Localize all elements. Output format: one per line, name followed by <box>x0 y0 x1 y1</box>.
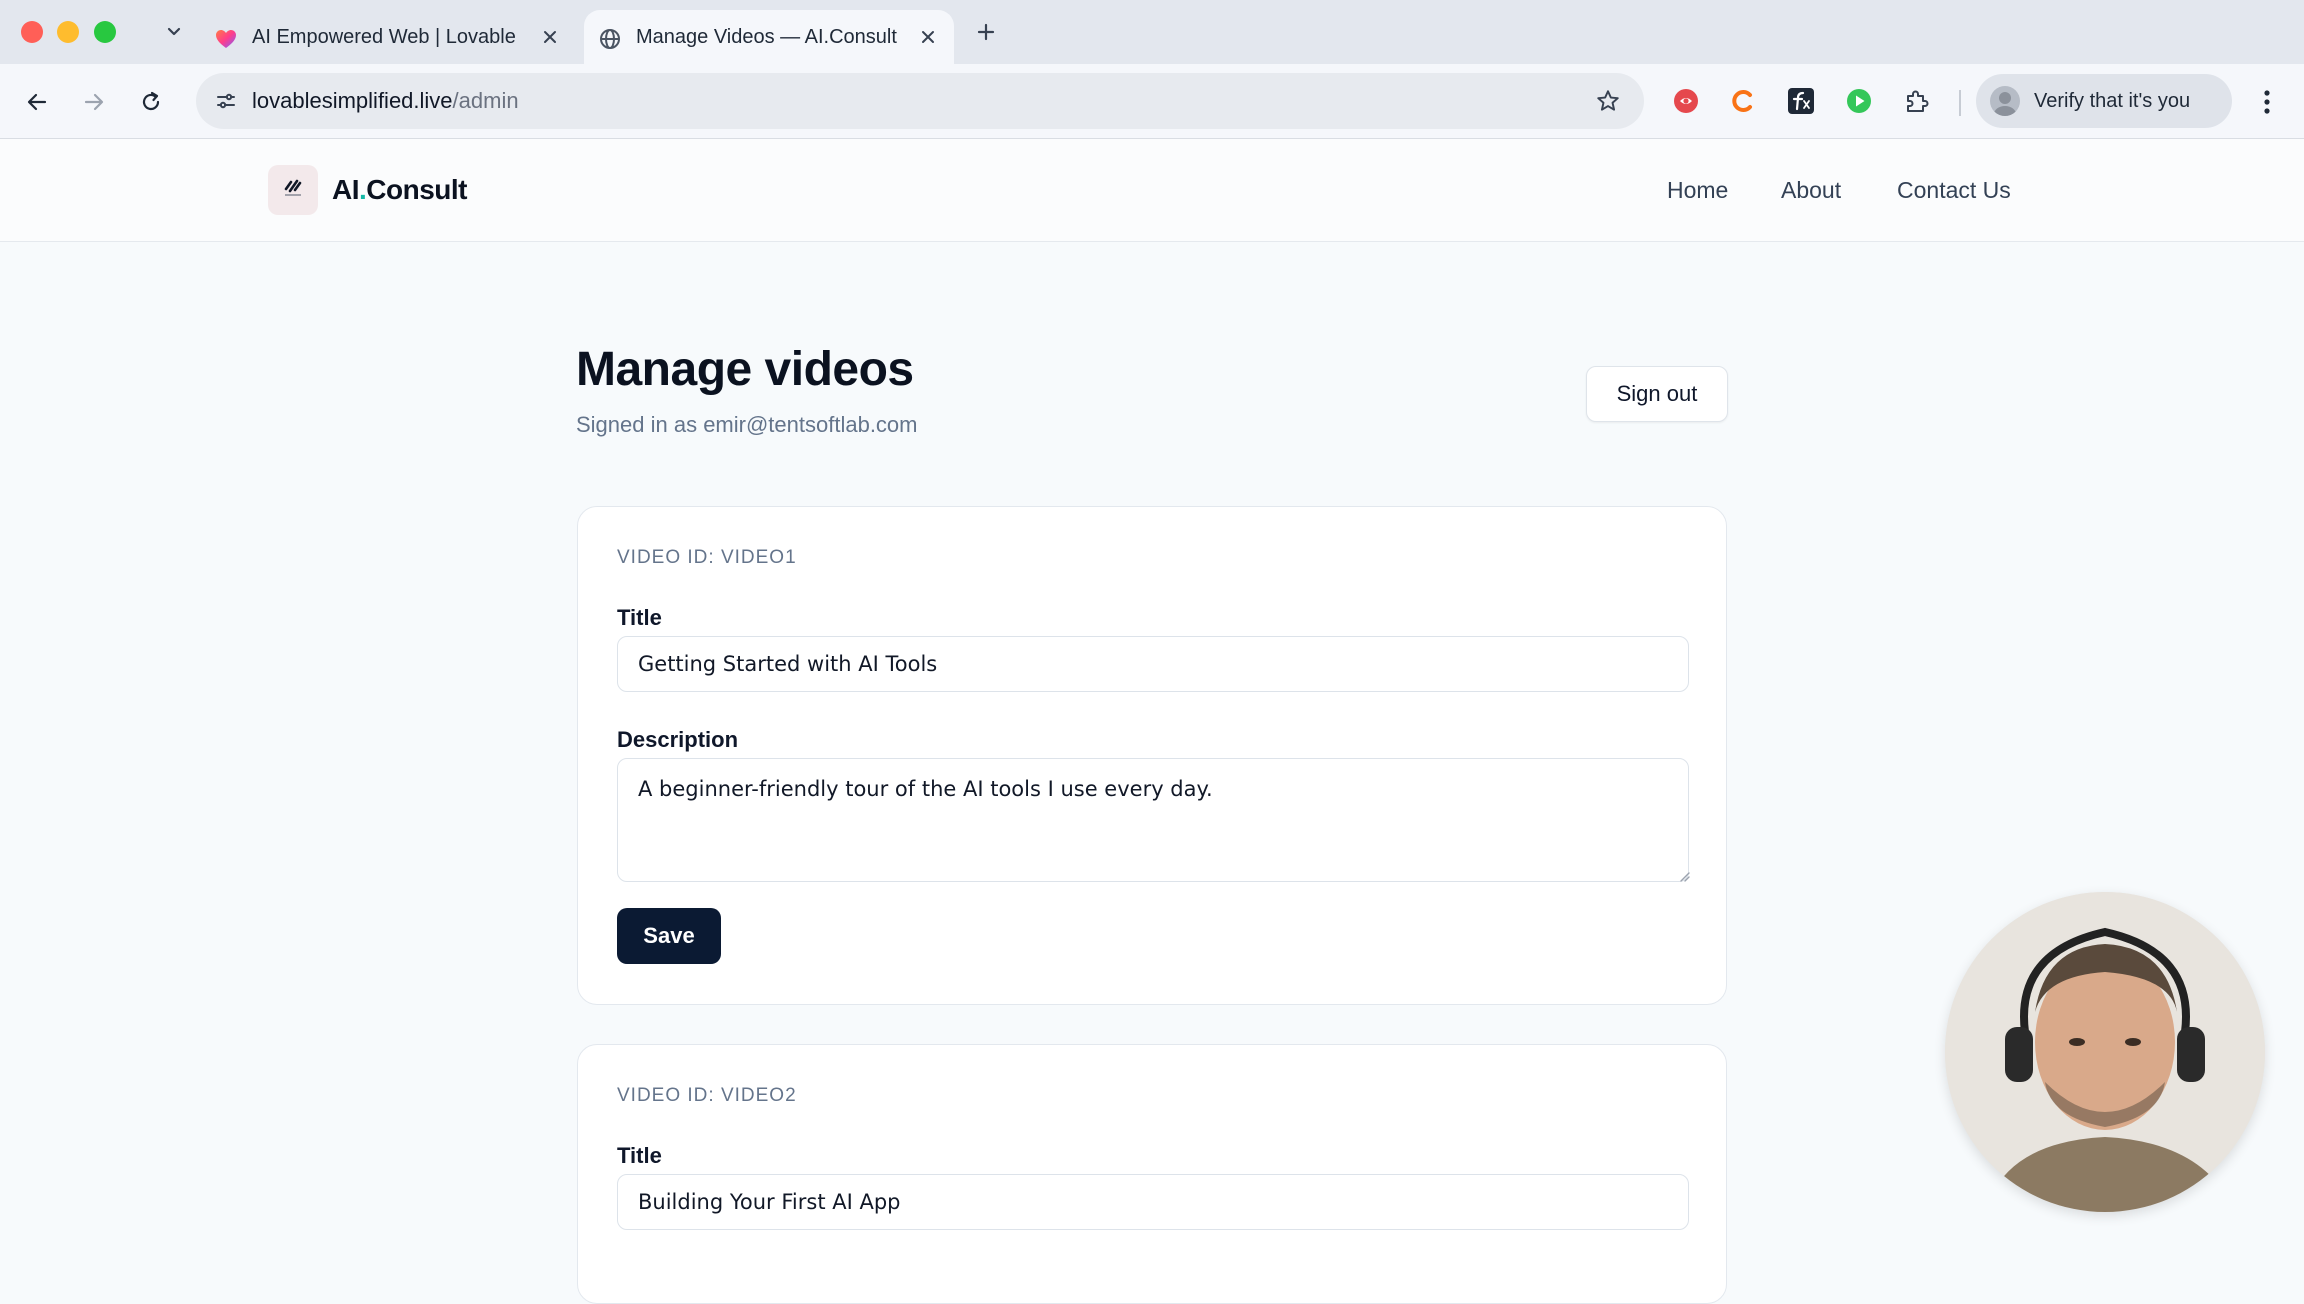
presenter-image <box>1945 892 2265 1212</box>
tab-lovable[interactable]: AI Empowered Web | Lovable <box>200 10 576 64</box>
url-path: /admin <box>452 88 519 113</box>
title-input[interactable] <box>617 1174 1689 1230</box>
star-icon <box>1597 90 1619 111</box>
forward-button[interactable] <box>74 82 114 122</box>
browser-menu-button[interactable] <box>2252 82 2282 122</box>
site-info-button[interactable] <box>206 81 246 121</box>
url-text[interactable]: lovablesimplified.live/admin <box>252 73 519 129</box>
resize-handle-icon[interactable] <box>1678 870 1690 882</box>
profile-button[interactable]: Verify that it's you <box>1976 74 2232 128</box>
extension-button[interactable] <box>1726 84 1760 118</box>
window-zoom-button[interactable] <box>94 21 116 43</box>
nav-link-home[interactable]: Home <box>1667 139 1728 241</box>
toolbar-separator <box>1959 90 1961 116</box>
nav-link-contact[interactable]: Contact Us <box>1897 139 2011 241</box>
tab-close-button[interactable] <box>914 23 942 51</box>
nav-link-about[interactable]: About <box>1781 139 1841 241</box>
arrow-left-icon <box>27 93 47 111</box>
site-logo[interactable]: AI.Consult <box>332 139 467 241</box>
logo-suffix: Consult <box>366 174 467 205</box>
window-close-button[interactable] <box>21 21 43 43</box>
puzzle-icon <box>1907 90 1929 112</box>
grammar-c-icon <box>1732 90 1752 112</box>
profile-label: Verify that it's you <box>2034 90 2191 112</box>
logo-icon[interactable] <box>268 165 318 215</box>
save-button[interactable]: Save <box>617 908 721 964</box>
page-title: Manage videos <box>576 343 914 396</box>
more-vertical-icon <box>2264 90 2270 114</box>
close-icon <box>544 31 556 43</box>
browser-toolbar: lovablesimplified.live/admin Verify that… <box>0 64 2304 139</box>
avatar <box>1990 86 2020 116</box>
window-minimize-button[interactable] <box>57 21 79 43</box>
video-card: VIDEO ID: VIDEO1 Title Description A beg… <box>577 506 1727 1005</box>
tab-search-button[interactable] <box>156 14 192 50</box>
title-input[interactable] <box>617 636 1689 692</box>
bookmark-button[interactable] <box>1590 83 1626 119</box>
video-id-label: VIDEO ID: VIDEO2 <box>617 1085 797 1106</box>
tab-title: Manage Videos — AI.Consult <box>636 26 897 48</box>
url-host: lovablesimplified.live <box>252 88 453 113</box>
font-icon <box>1788 88 1814 114</box>
title-label: Title <box>617 605 662 630</box>
extensions-menu-button[interactable] <box>1900 84 1934 118</box>
tune-icon <box>217 93 235 109</box>
back-button[interactable] <box>17 82 57 122</box>
tab-close-button[interactable] <box>536 23 564 51</box>
extension-button[interactable] <box>1784 84 1818 118</box>
extension-button[interactable] <box>1669 84 1703 118</box>
site-header: AI.Consult Home About Contact Us <box>0 139 2304 242</box>
video-id-label: VIDEO ID: VIDEO1 <box>617 547 797 568</box>
arrow-right-icon <box>84 93 104 111</box>
tab-manage-videos[interactable]: Manage Videos — AI.Consult <box>584 10 954 64</box>
video-card: VIDEO ID: VIDEO2 Title <box>577 1044 1727 1304</box>
address-bar[interactable]: lovablesimplified.live/admin <box>196 73 1644 129</box>
tab-title: AI Empowered Web | Lovable <box>252 26 516 48</box>
globe-icon <box>600 29 620 49</box>
reload-button[interactable] <box>131 82 171 122</box>
sign-out-button[interactable]: Sign out <box>1586 366 1728 422</box>
signed-in-text: Signed in as emir@tentsoftlab.com <box>576 412 918 437</box>
play-icon <box>1847 89 1871 113</box>
record-icon <box>1674 89 1698 113</box>
logo-prefix: AI <box>332 174 360 205</box>
extension-button[interactable] <box>1842 84 1876 118</box>
close-icon <box>922 31 934 43</box>
webcam-overlay <box>1945 892 2265 1212</box>
plus-icon <box>977 23 995 41</box>
browser-tab-strip: AI Empowered Web | Lovable Manage Videos… <box>0 0 2304 64</box>
chevron-down-icon <box>167 27 181 36</box>
title-label: Title <box>617 1143 662 1168</box>
description-label: Description <box>617 727 739 752</box>
new-tab-button[interactable] <box>966 14 1006 50</box>
reload-icon <box>142 91 160 111</box>
lovable-heart-icon <box>216 30 236 48</box>
description-textarea[interactable]: A beginner-friendly tour of the AI tools… <box>617 758 1689 882</box>
